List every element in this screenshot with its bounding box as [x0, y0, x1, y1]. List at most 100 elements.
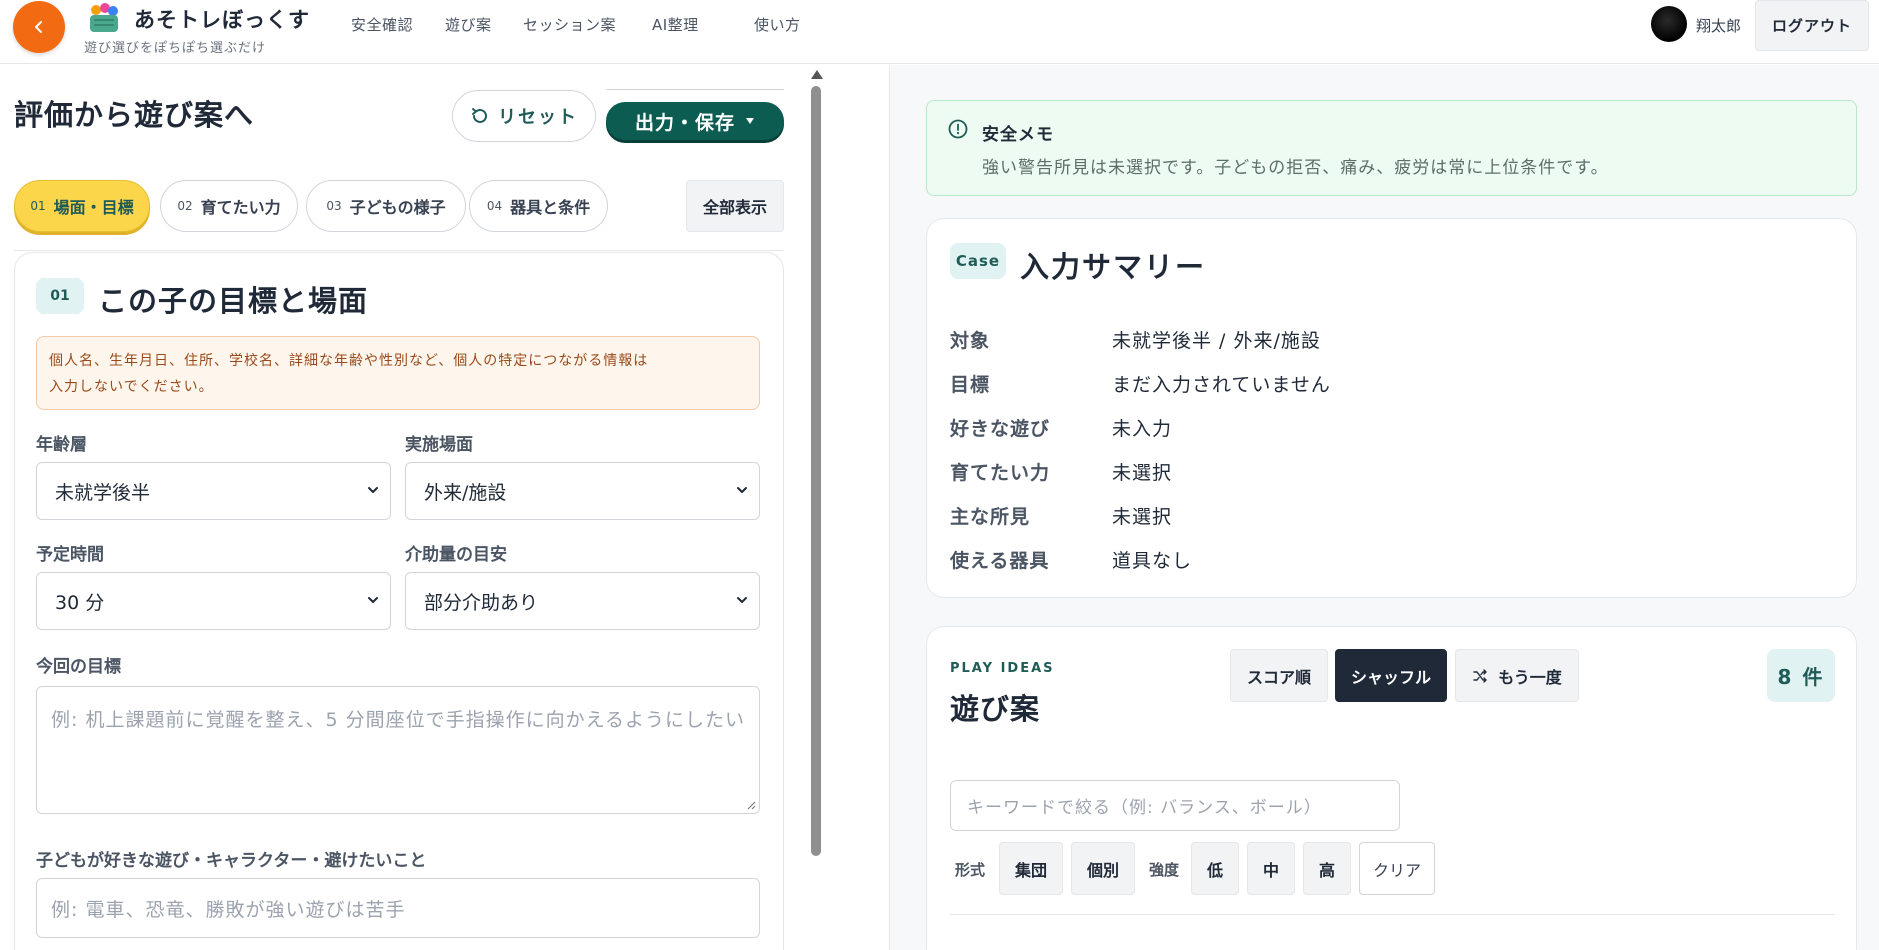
step-number: 04: [486, 199, 503, 213]
toy-basket-icon: [90, 3, 118, 32]
ideas-eyebrow: PLAY IDEAS: [950, 661, 1055, 676]
privacy-warning-line2: 入力しないでください。: [49, 379, 214, 395]
age-label: 年齢層: [36, 435, 87, 455]
summary-key: 対象: [950, 330, 991, 352]
step-label: 器具と条件: [510, 198, 591, 217]
assist-value: 部分介助あり: [424, 591, 539, 614]
nav-ai-organize[interactable]: AI整理: [652, 14, 699, 35]
chevron-down-icon: [368, 597, 378, 603]
place-select[interactable]: 外来/施設: [405, 462, 760, 520]
ideas-title: 遊び案: [950, 692, 1041, 726]
case-badge: Case: [950, 243, 1006, 279]
section-badge: 01: [36, 278, 84, 314]
reset-button[interactable]: リセット: [452, 90, 596, 142]
place-value: 外来/施設: [424, 481, 507, 504]
time-value: 30 分: [55, 591, 105, 614]
time-select[interactable]: 30 分: [36, 572, 391, 630]
page-title: 評価から遊び案へ: [14, 98, 255, 132]
tab-step-04[interactable]: 04 器具と条件: [469, 180, 608, 232]
step-number: 01: [30, 199, 46, 213]
step-number: 03: [326, 199, 342, 213]
reset-label: リセット: [498, 107, 578, 128]
goal-label: 今回の目標: [36, 657, 121, 677]
nav-play-ideas[interactable]: 遊び案: [445, 14, 492, 35]
summary-key: 育てたい力: [950, 462, 1051, 484]
export-label: 出力・保存: [634, 111, 735, 134]
nav-how-to-use[interactable]: 使い方: [754, 14, 801, 35]
summary-key: 使える器具: [950, 550, 1050, 572]
format-group-chip[interactable]: 集団: [999, 842, 1063, 895]
app-title: あそトレぼっくす: [134, 8, 310, 32]
age-value: 未就学後半: [55, 481, 151, 504]
retry-button[interactable]: もう一度: [1455, 649, 1579, 702]
export-divider: [606, 89, 784, 90]
avatar[interactable]: [1651, 6, 1687, 42]
app-subtitle: 遊び選びをぽちぽち選ぶだけ: [84, 41, 267, 56]
chevron-left-icon: [35, 21, 42, 33]
goal-placeholder: 例: 机上課題前に覚醒を整え、5 分間座位で手指操作に向かえるようにしたい: [51, 709, 746, 731]
result-count-badge: 8 件: [1767, 649, 1835, 702]
section-title: この子の目標と場面: [98, 284, 369, 318]
ideas-divider: [950, 914, 1835, 915]
assist-select[interactable]: 部分介助あり: [405, 572, 760, 630]
likes-label: 子どもが好きな遊び・キャラクター・避けたいこと: [36, 851, 427, 871]
summary-key: 目標: [950, 374, 991, 396]
summary-value: 未就学後半 / 外来/施設: [1112, 330, 1321, 352]
summary-value: 未選択: [1112, 462, 1173, 484]
intensity-low-chip[interactable]: 低: [1191, 842, 1239, 895]
step-number: 02: [177, 199, 193, 213]
keyword-placeholder: キーワードで絞る（例: バランス、ボール）: [967, 798, 1322, 818]
chevron-down-icon: [368, 487, 378, 493]
likes-placeholder: 例: 電車、恐竜、勝敗が強い遊びは苦手: [51, 898, 406, 921]
age-select[interactable]: 未就学後半: [36, 462, 391, 520]
privacy-warning-line1: 個人名、生年月日、住所、学校名、詳細な年齢や性別など、個人の特定につながる情報は: [49, 353, 649, 369]
show-all-button[interactable]: 全部表示: [686, 180, 784, 232]
reset-icon: [472, 108, 487, 123]
privacy-warning: 個人名、生年月日、住所、学校名、詳細な年齢や性別など、個人の特定につながる情報は…: [36, 336, 760, 410]
summary-key: 好きな遊び: [950, 418, 1051, 440]
shuffle-icon: [1473, 668, 1487, 683]
format-individual-chip[interactable]: 個別: [1071, 842, 1135, 895]
logout-button[interactable]: ログアウト: [1755, 0, 1869, 51]
summary-key: 主な所見: [950, 506, 1031, 528]
safety-text: 強い警告所見は未選択です。子どもの拒否、痛み、疲労は常に上位条件です。: [982, 158, 1609, 178]
tab-step-03[interactable]: 03 子どもの様子: [306, 180, 466, 232]
step-label: 育てたい力: [200, 198, 281, 217]
scroll-thumb[interactable]: [811, 86, 821, 856]
tab-step-02[interactable]: 02 育てたい力: [160, 180, 298, 232]
scroll-up-arrow-icon[interactable]: [811, 70, 823, 79]
caret-down-icon: [746, 118, 754, 124]
place-label: 実施場面: [405, 435, 473, 455]
time-label: 予定時間: [36, 545, 104, 565]
goal-textarea[interactable]: 例: 机上課題前に覚醒を整え、5 分間座位で手指操作に向かえるようにしたい: [36, 686, 760, 814]
back-button[interactable]: [13, 1, 65, 53]
intensity-label: 強度: [1149, 861, 1180, 879]
alert-circle-icon: [948, 119, 968, 139]
summary-value: 未入力: [1112, 418, 1173, 440]
clear-filter-button[interactable]: クリア: [1359, 842, 1435, 895]
safety-title: 安全メモ: [982, 125, 1054, 145]
keyword-filter-input[interactable]: キーワードで絞る（例: バランス、ボール）: [950, 780, 1400, 831]
resize-grip-icon[interactable]: [746, 800, 756, 810]
shuffle-button[interactable]: シャッフル: [1335, 649, 1447, 702]
nav-safety-check[interactable]: 安全確認: [351, 14, 413, 35]
summary-value: 未選択: [1112, 506, 1173, 528]
intensity-high-chip[interactable]: 高: [1303, 842, 1351, 895]
format-label: 形式: [955, 861, 986, 879]
tab-step-01[interactable]: 01 場面・目標: [14, 180, 150, 232]
chevron-down-icon: [737, 597, 747, 603]
sort-score-button[interactable]: スコア順: [1230, 649, 1328, 702]
export-save-button[interactable]: 出力・保存: [606, 102, 784, 140]
chevron-down-icon: [737, 487, 747, 493]
assist-label: 介助量の目安: [405, 545, 507, 565]
likes-input[interactable]: 例: 電車、恐竜、勝敗が強い遊びは苦手: [36, 878, 760, 938]
step-label: 場面・目標: [53, 198, 134, 217]
step-label: 子どもの様子: [349, 198, 446, 217]
intensity-mid-chip[interactable]: 中: [1247, 842, 1295, 895]
summary-title: 入力サマリー: [1020, 250, 1207, 284]
summary-value: まだ入力されていません: [1112, 374, 1331, 396]
summary-value: 道具なし: [1112, 550, 1193, 572]
nav-session-ideas[interactable]: セッション案: [523, 14, 616, 35]
retry-label: もう一度: [1498, 667, 1562, 687]
safety-memo: [926, 100, 1857, 196]
